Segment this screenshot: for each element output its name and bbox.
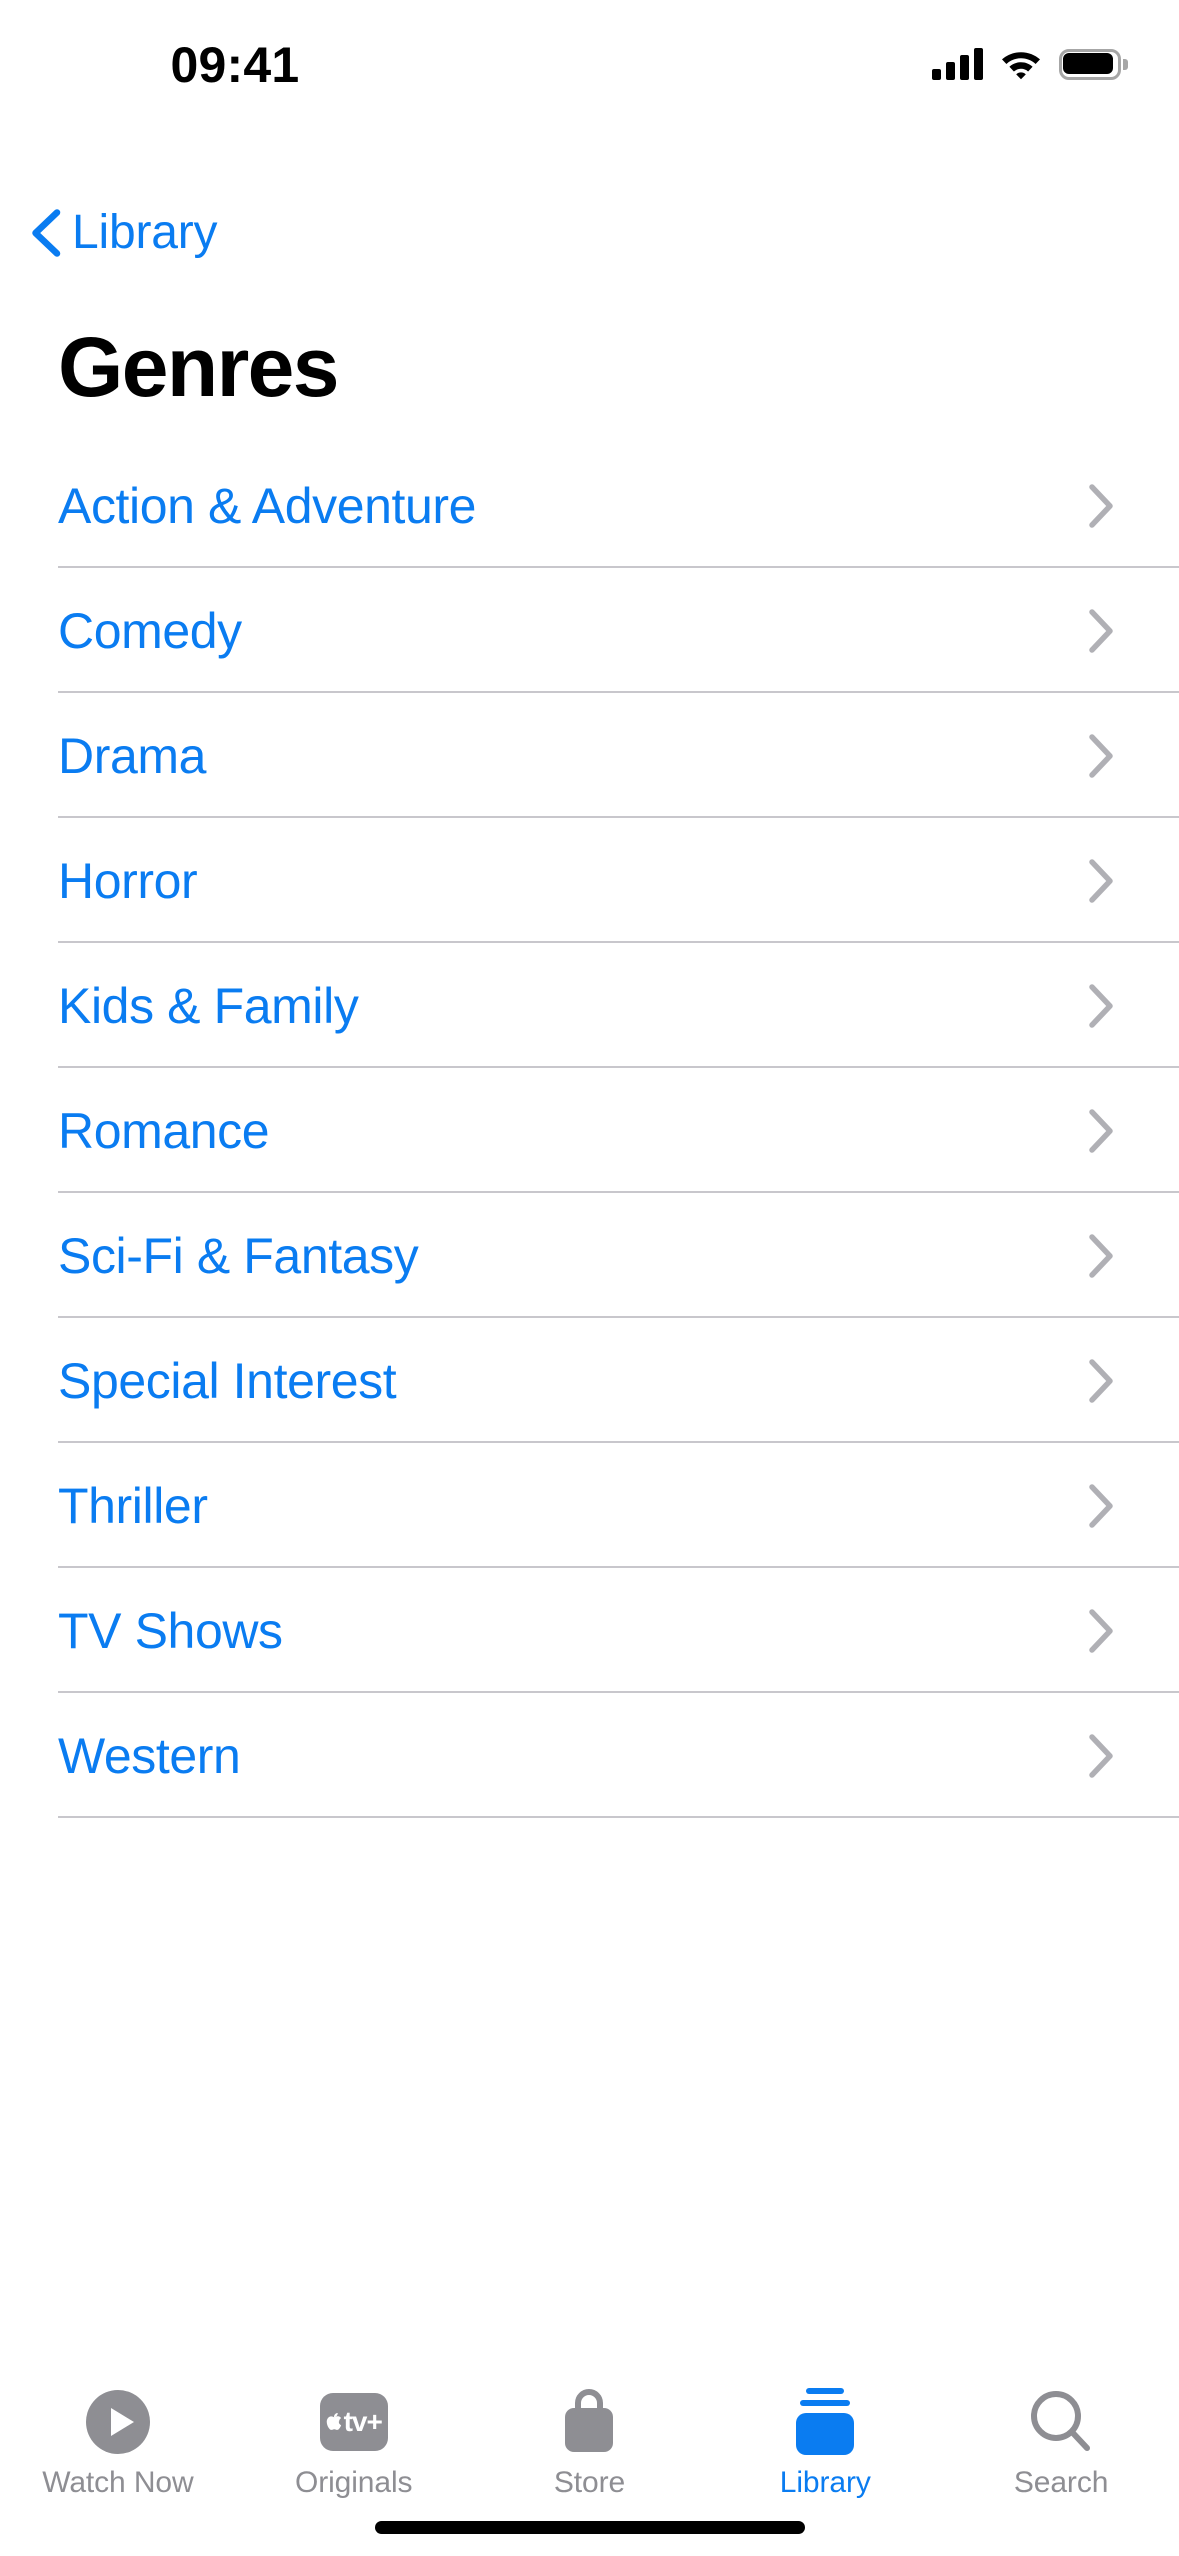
list-item[interactable]: TV Shows (0, 1568, 1179, 1693)
list-item-label: Kids & Family (58, 977, 359, 1034)
chevron-right-icon (1089, 858, 1113, 903)
tab-label: Store (553, 2466, 626, 2499)
app-screen: 09:41 Library Genres Action & Adventure … (0, 0, 1179, 2556)
genres-list: Action & Adventure Comedy Drama Horror K (0, 443, 1179, 1818)
tab-label: Originals (294, 2466, 413, 2499)
tab-search[interactable]: Search (943, 2370, 1179, 2556)
list-item-label: Drama (58, 727, 207, 784)
tab-watch-now[interactable]: Watch Now (0, 2370, 236, 2556)
list-item-label: TV Shows (58, 1602, 283, 1659)
list-item-label: Thriller (58, 1477, 208, 1534)
tab-label: Watch Now (42, 2466, 194, 2499)
apple-logo-icon (326, 2412, 341, 2430)
play-circle-icon (76, 2384, 160, 2460)
chevron-right-icon (1089, 983, 1113, 1028)
back-button-label: Library (72, 206, 218, 259)
list-item[interactable]: Western (0, 1693, 1179, 1818)
list-item[interactable]: Sci-Fi & Fantasy (0, 1193, 1179, 1318)
shopping-bag-icon (547, 2384, 631, 2460)
list-item-label: Action & Adventure (58, 477, 477, 534)
list-item[interactable]: Romance (0, 1068, 1179, 1193)
chevron-right-icon (1089, 1483, 1113, 1528)
list-item[interactable]: Drama (0, 693, 1179, 818)
home-indicator[interactable] (374, 2521, 805, 2534)
tv-plus-badge-text: tv+ (343, 2406, 383, 2437)
list-item-label: Western (58, 1727, 241, 1784)
tab-label: Library (779, 2466, 871, 2499)
status-time: 09:41 (170, 37, 300, 93)
list-item-label: Sci-Fi & Fantasy (58, 1227, 419, 1284)
chevron-right-icon (1089, 1733, 1113, 1778)
list-item[interactable]: Comedy (0, 568, 1179, 693)
back-button[interactable]: Library (20, 198, 225, 268)
wifi-icon (1002, 52, 1040, 80)
chevron-right-icon (1089, 608, 1113, 653)
list-item[interactable]: Special Interest (0, 1318, 1179, 1443)
list-item[interactable]: Action & Adventure (0, 443, 1179, 568)
list-item-label: Romance (58, 1102, 270, 1159)
tab-label: Search (1013, 2466, 1109, 2499)
list-item[interactable]: Thriller (0, 1443, 1179, 1568)
chevron-right-icon (1089, 1608, 1113, 1653)
status-indicators (932, 42, 1128, 86)
chevron-left-icon (32, 209, 61, 257)
page-title: Genres (58, 320, 339, 414)
chevron-right-icon (1089, 483, 1113, 528)
magnifying-glass-icon (1019, 2384, 1103, 2460)
chevron-right-icon (1089, 1233, 1113, 1278)
apple-tv-plus-icon: tv+ (312, 2384, 396, 2460)
status-bar: 09:41 (0, 0, 1179, 120)
battery-full-icon (1059, 48, 1128, 80)
list-item[interactable]: Horror (0, 818, 1179, 943)
library-stack-icon (783, 2384, 867, 2460)
list-item[interactable]: Kids & Family (0, 943, 1179, 1068)
list-item-label: Comedy (58, 602, 242, 659)
chevron-right-icon (1089, 1108, 1113, 1153)
cellular-bars-icon (932, 48, 983, 80)
list-item-label: Special Interest (58, 1352, 397, 1409)
chevron-right-icon (1089, 733, 1113, 778)
list-item-label: Horror (58, 852, 198, 909)
chevron-right-icon (1089, 1358, 1113, 1403)
